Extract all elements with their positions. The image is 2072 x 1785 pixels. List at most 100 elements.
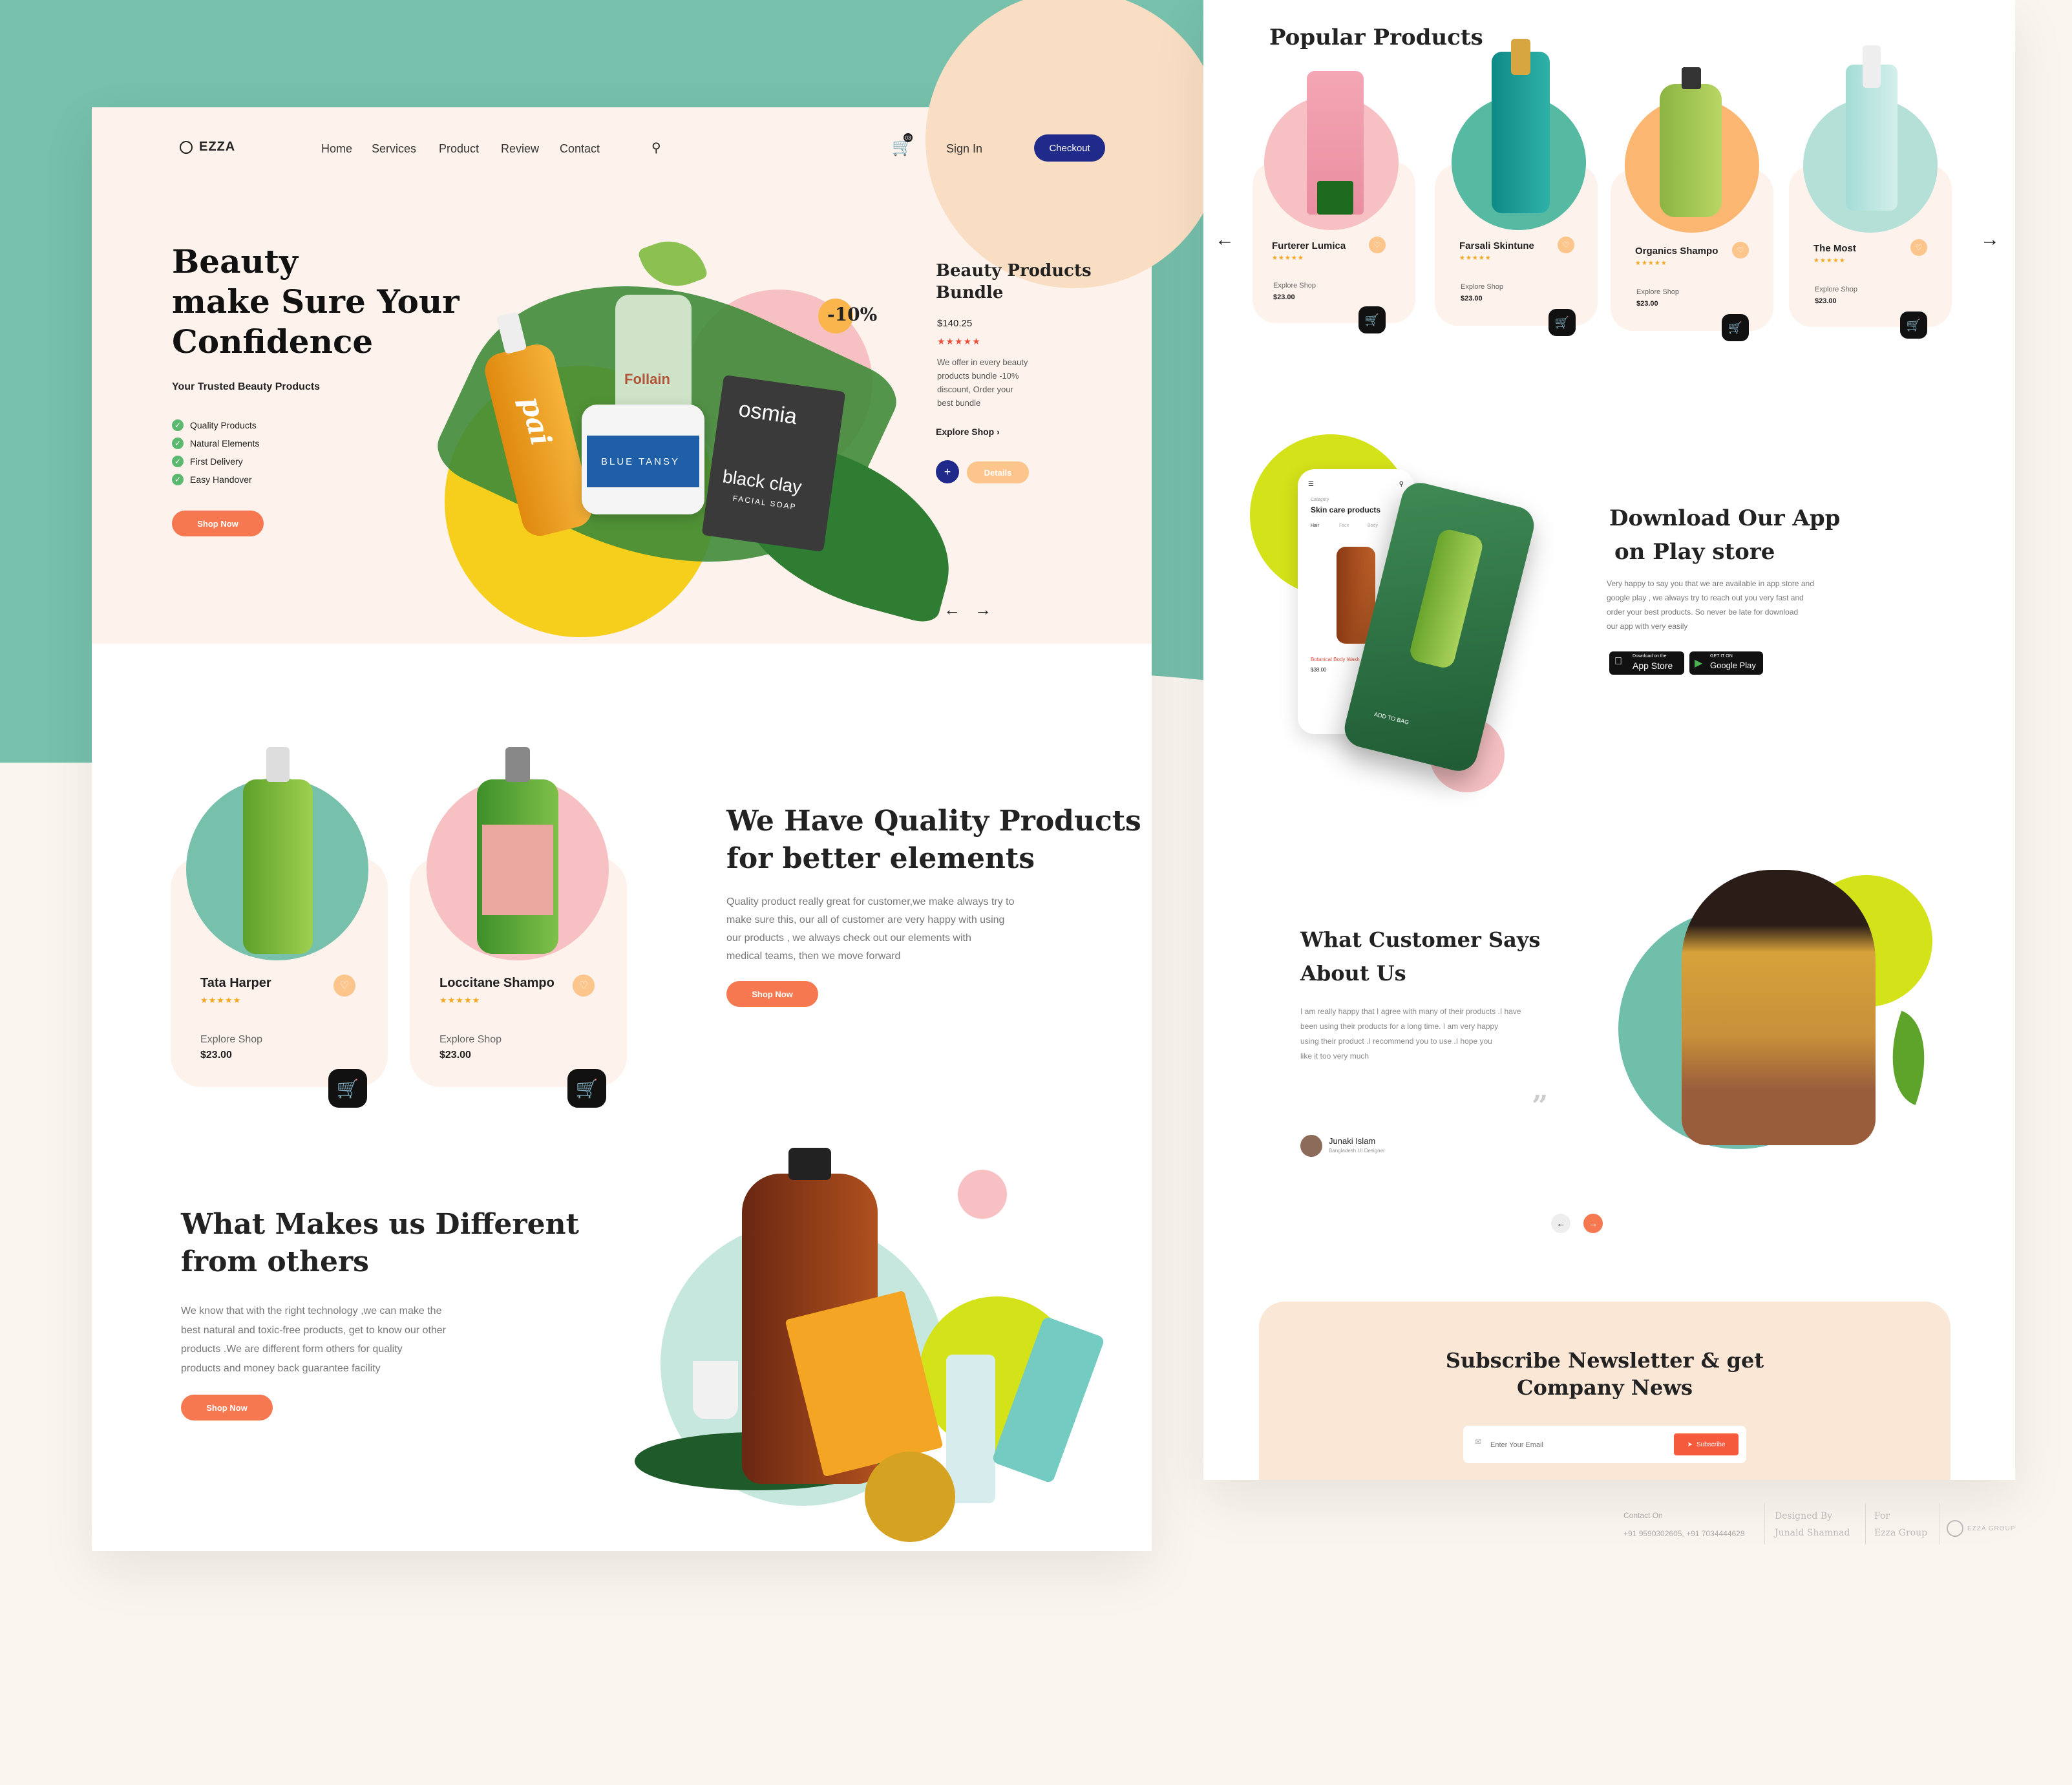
farsali-bottle xyxy=(1492,39,1550,213)
add-to-cart-button[interactable]: 🛒 xyxy=(1358,306,1386,333)
product-name: Organics Shampo xyxy=(1635,246,1718,257)
check-icon: ✓ xyxy=(172,474,184,485)
nav-services[interactable]: Services xyxy=(372,142,416,156)
plant-pot xyxy=(693,1361,738,1419)
hero-title: Beauty make Sure Your Confidence xyxy=(172,242,460,361)
quote-icon: ” xyxy=(1532,1090,1549,1123)
newsletter-form: ✉ ➤ Subscribe xyxy=(1463,1426,1746,1463)
explore-shop-text: Explore Shop xyxy=(1273,282,1316,290)
avatar xyxy=(1300,1135,1322,1157)
add-to-cart-button[interactable]: 🛒 xyxy=(328,1069,367,1108)
footer-designed-value: Junaid Shamnad xyxy=(1775,1528,1850,1538)
heart-icon[interactable]: ♡ xyxy=(573,975,595,997)
slider-prev-button[interactable]: ← xyxy=(1551,1214,1570,1233)
email-input[interactable] xyxy=(1489,1436,1666,1454)
search-icon[interactable]: ⚲ xyxy=(651,140,661,156)
app-body: Very happy to say you that we are availa… xyxy=(1607,579,1814,631)
rating-stars: ★★★★★ xyxy=(200,995,242,1005)
add-to-cart-button[interactable]: 🛒 xyxy=(1722,314,1749,341)
add-to-cart-button[interactable]: 🛒 xyxy=(1549,309,1576,336)
right-landing-panel: Popular Products ← → Furterer Lumica ♡ ★… xyxy=(1203,0,2015,1480)
brand-logo-icon xyxy=(1947,1520,1963,1537)
testimonial-title: What Customer Says About Us xyxy=(1300,927,1541,986)
add-to-cart-button[interactable]: 🛒 xyxy=(567,1069,606,1108)
arrow-left-icon[interactable]: ← xyxy=(944,600,960,620)
product-price: $23.00 xyxy=(200,1050,232,1061)
product-name: Farsali Skintune xyxy=(1459,240,1534,251)
different-title: What Makes us Different from others xyxy=(181,1208,579,1278)
explore-shop-text: Explore Shop xyxy=(1461,283,1504,291)
footer-divider xyxy=(1764,1503,1765,1545)
arrow-right-icon[interactable]: → xyxy=(975,600,991,620)
app-store-button[interactable]:  Download on the App Store xyxy=(1609,651,1684,675)
heart-icon[interactable]: ♡ xyxy=(333,975,355,997)
heart-icon[interactable]: ♡ xyxy=(1910,239,1927,256)
logo[interactable]: EZZA xyxy=(180,140,235,154)
nav-review[interactable]: Review xyxy=(501,142,539,156)
explore-shop-text: Explore Shop xyxy=(200,1034,263,1045)
nav-contact[interactable]: Contact xyxy=(560,142,600,156)
subscribe-button[interactable]: ➤ Subscribe xyxy=(1674,1433,1739,1455)
footer-divider xyxy=(1865,1503,1866,1545)
product-price: $23.00 xyxy=(1461,295,1483,302)
heart-icon[interactable]: ♡ xyxy=(1369,237,1386,253)
slider-next-button[interactable]: → xyxy=(1583,1214,1603,1233)
leaf-shape xyxy=(1872,1010,1945,1106)
footer-designed-label: Designed By xyxy=(1775,1511,1833,1521)
footer-brand-logo: EZZA GROUP xyxy=(1947,1520,2015,1537)
apple-icon:  xyxy=(1614,656,1622,668)
loccitane-shampoo-bottle xyxy=(477,747,558,954)
arrow-right-icon[interactable]: → xyxy=(1980,229,2000,251)
author-name: Junaki Islam xyxy=(1329,1136,1376,1146)
product-price: $23.00 xyxy=(1636,300,1658,308)
organics-shampoo-bottle xyxy=(1660,67,1722,217)
hero-shop-now-button[interactable]: Shop Now xyxy=(172,511,264,536)
green-bottle xyxy=(1408,527,1485,670)
rating-stars: ★★★★★ xyxy=(1635,260,1667,267)
discount-label: -10% xyxy=(827,304,878,325)
footer-for-value: Ezza Group xyxy=(1874,1528,1928,1538)
feature-item: First Delivery xyxy=(190,456,243,467)
quality-shop-now-button[interactable]: Shop Now xyxy=(726,981,818,1007)
nav-product[interactable]: Product xyxy=(439,142,479,156)
heart-icon[interactable]: ♡ xyxy=(1732,242,1749,259)
woman-face-mask-photo xyxy=(1682,870,1876,1145)
explore-shop-link[interactable]: Explore Shop › xyxy=(936,427,1000,437)
logo-icon xyxy=(180,140,193,154)
check-icon: ✓ xyxy=(172,419,184,431)
checkout-button[interactable]: Checkout xyxy=(1034,134,1105,162)
feature-item: Natural Elements xyxy=(190,438,260,449)
send-icon: ➤ xyxy=(1687,1441,1693,1448)
search-icon: ⚲ xyxy=(1399,481,1404,488)
rating-stars: ★★★★★ xyxy=(1813,257,1846,264)
left-landing-panel: EZZA Home Services Product Review Contac… xyxy=(92,0,1223,1551)
cart-icon[interactable]: 🛒 03 xyxy=(892,133,913,157)
product-price: $23.00 xyxy=(1273,293,1295,301)
add-to-cart-button[interactable]: 🛒 xyxy=(1900,312,1927,339)
testimonial-body: I am really happy that I agree with many… xyxy=(1300,1007,1521,1061)
different-shop-now-button[interactable]: Shop Now xyxy=(181,1395,273,1421)
details-button[interactable]: Details xyxy=(967,461,1029,483)
add-button[interactable]: + xyxy=(936,460,959,483)
footer-for-label: For xyxy=(1874,1511,1890,1521)
explore-shop-text: Explore Shop xyxy=(439,1034,502,1045)
sign-in-link[interactable]: Sign In xyxy=(946,142,982,156)
google-play-button[interactable]: ▶ GET IT ON Google Play xyxy=(1689,651,1763,675)
rating-stars: ★★★★★ xyxy=(1459,255,1492,262)
mail-icon: ✉ xyxy=(1475,1437,1482,1446)
feature-item: Easy Handover xyxy=(190,474,252,485)
arrow-left-icon[interactable]: ← xyxy=(1215,229,1234,251)
explore-shop-text: Explore Shop xyxy=(1636,288,1680,296)
tata-harper-bottle xyxy=(243,747,313,954)
popular-title: Popular Products xyxy=(1269,25,1483,50)
bundle-rating-stars: ★★★★★ xyxy=(937,336,981,346)
footer-contact-value: +91 9590302605, +91 7034444628 xyxy=(1623,1529,1745,1538)
nav-home[interactable]: Home xyxy=(321,142,352,156)
newsletter-title: Subscribe Newsletter & get Company News xyxy=(1445,1348,1764,1400)
rating-stars: ★★★★★ xyxy=(1272,255,1304,262)
product-name: Furterer Lumica xyxy=(1272,240,1346,251)
check-icon: ✓ xyxy=(172,438,184,449)
app-title: Download Our App on Play store xyxy=(1609,505,1841,565)
heart-icon[interactable]: ♡ xyxy=(1558,237,1574,253)
explore-shop-text: Explore Shop xyxy=(1815,286,1858,293)
